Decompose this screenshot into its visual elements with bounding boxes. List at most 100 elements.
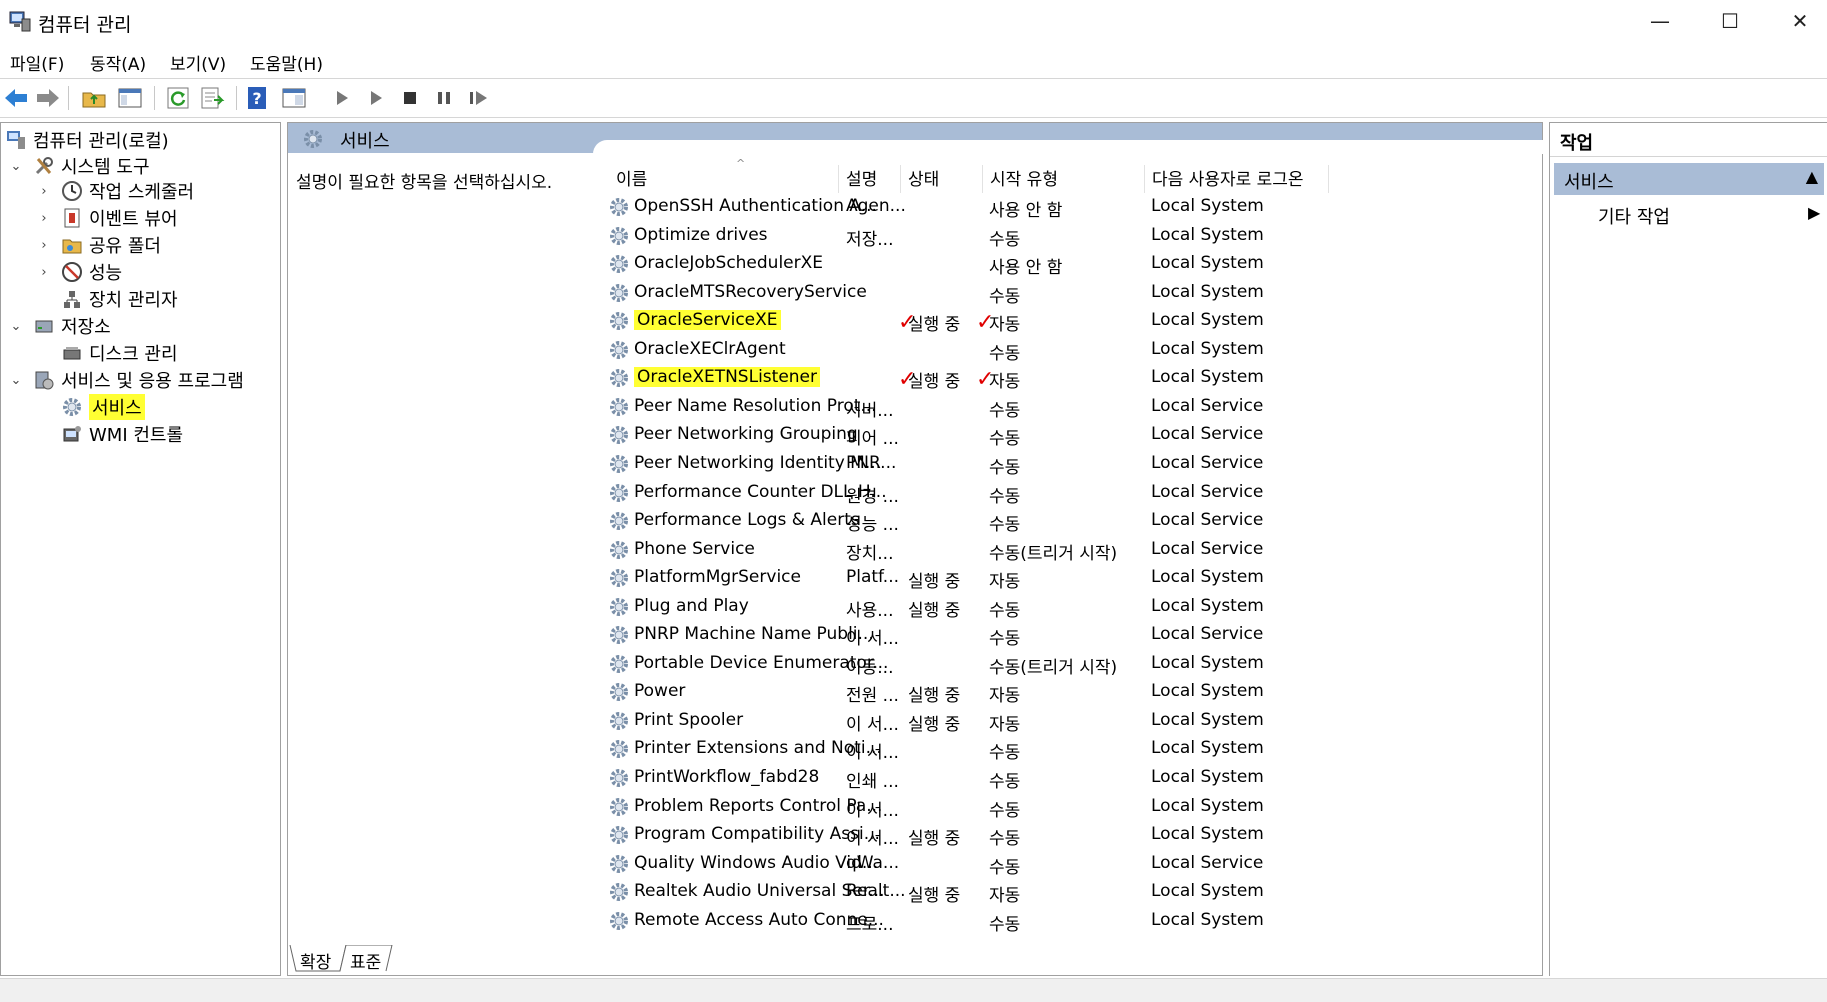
service-row[interactable]: Peer Networking Identity M... PNR... 수동 Loc…: [608, 450, 1508, 478]
column-header-name[interactable]: 이름: [616, 165, 647, 191]
service-description: 이 서...: [846, 629, 899, 650]
menu-action[interactable]: 동작(A): [90, 50, 146, 75]
tree-item-shared-folders[interactable]: 공유 폴더: [61, 232, 161, 258]
help-icon[interactable]: ?: [244, 84, 272, 112]
properties-icon[interactable]: [280, 84, 308, 112]
service-gear-icon: [610, 740, 628, 759]
back-arrow-icon[interactable]: [2, 84, 30, 112]
tree-label: 서비스: [89, 394, 145, 420]
service-row[interactable]: PNRP Machine Name Publi... 이 서... 수동 Local …: [608, 621, 1508, 649]
service-row[interactable]: OracleMTSRecoveryService 수동 Local System: [608, 279, 1508, 307]
service-gear-icon: [610, 826, 628, 845]
column-divider: [1144, 165, 1145, 193]
tree-item-root[interactable]: 컴퓨터 관리(로컬): [5, 127, 169, 153]
service-row[interactable]: Remote Access Auto Conne... 프로... 수동 Local …: [608, 907, 1508, 935]
service-row[interactable]: Problem Reports Control Pa... 이 서... 수동 Loc…: [608, 793, 1508, 821]
tree-item-performance[interactable]: 성능: [61, 259, 122, 285]
submenu-arrow-icon[interactable]: ▶: [1808, 203, 1820, 222]
service-row[interactable]: Print Spooler 이 서... 실행 중 자동 Local System: [608, 707, 1508, 735]
collapse-icon[interactable]: ⌄: [9, 159, 23, 174]
column-header-status[interactable]: 상태: [908, 165, 939, 191]
restart-service-icon[interactable]: [464, 84, 492, 112]
service-row[interactable]: Optimize drives 저장... 수동 Local System: [608, 222, 1508, 250]
column-divider: [900, 165, 901, 193]
tree-item-task-scheduler[interactable]: 작업 스케줄러: [61, 178, 194, 204]
service-row[interactable]: PlatformMgrService Platf... 실행 중 자동 Local Sy…: [608, 564, 1508, 592]
expand-icon[interactable]: ›: [37, 184, 51, 199]
service-row[interactable]: Printer Extensions and Noti... 이 서... 수동 Lo…: [608, 735, 1508, 763]
pause-service-icon[interactable]: [430, 84, 458, 112]
tree-item-disk-management[interactable]: 디스크 관리: [61, 340, 178, 366]
service-logon-as: Local Service: [1151, 395, 1264, 416]
maximize-button[interactable]: ☐: [1695, 0, 1765, 42]
service-row[interactable]: OracleXEClrAgent 수동 Local System: [608, 336, 1508, 364]
service-logon-as: Local Service: [1151, 624, 1264, 645]
service-row[interactable]: Power 전원 ... 실행 중 자동 Local System: [608, 678, 1508, 706]
expand-icon[interactable]: ›: [37, 211, 51, 226]
service-logon-as: Local System: [1151, 795, 1264, 816]
collapse-up-icon[interactable]: ▲: [1806, 167, 1818, 186]
service-row[interactable]: OpenSSH Authentication A... Agen... 사용 안 함…: [608, 193, 1508, 221]
service-gear-icon: [610, 226, 628, 245]
actions-header: 작업: [1550, 123, 1827, 157]
tree-item-device-manager[interactable]: 장치 관리자: [61, 286, 178, 312]
column-header-logon-as[interactable]: 다음 사용자로 로그온: [1152, 165, 1304, 191]
service-name: Print Spooler: [634, 709, 744, 730]
service-name: OpenSSH Authentication A...: [634, 196, 877, 216]
close-button[interactable]: ✕: [1765, 0, 1827, 42]
show-hide-tree-icon[interactable]: [116, 84, 144, 112]
tree-item-services[interactable]: 서비스: [61, 394, 145, 420]
service-row[interactable]: Phone Service 장치... 수동(트리거 시작) Local Servic…: [608, 536, 1508, 564]
service-row[interactable]: Peer Networking Grouping 피어 ... 수동 Local Se…: [608, 421, 1508, 449]
start-service-icon[interactable]: [328, 84, 356, 112]
service-row[interactable]: Program Compatibility Assi... 이 서... 실행 중 수…: [608, 821, 1508, 849]
service-row[interactable]: OracleServiceXE ✓ ✓ 실행 중 자동 Local System: [608, 307, 1508, 335]
service-row[interactable]: Realtek Audio Universal Ser... Realt... 실행…: [608, 878, 1508, 906]
service-logon-as: Local System: [1151, 595, 1264, 616]
tab-standard[interactable]: 표준: [350, 948, 381, 973]
service-row[interactable]: Quality Windows Audio Vid... qWa... 수동 Loca…: [608, 850, 1508, 878]
tree-item-wmi[interactable]: WMI 컨트롤: [61, 421, 183, 447]
menu-help[interactable]: 도움말(H): [250, 50, 323, 75]
service-row[interactable]: OracleJobSchedulerXE 사용 안 함 Local System: [608, 250, 1508, 278]
up-folder-icon[interactable]: [80, 84, 108, 112]
tab-extended[interactable]: 확장: [300, 948, 331, 973]
service-row[interactable]: Performance Counter DLL H... 원경 ... 수동 Loca…: [608, 479, 1508, 507]
stop-service-icon[interactable]: [396, 84, 424, 112]
collapse-icon[interactable]: ⌄: [9, 373, 23, 388]
tree-item-system-tools[interactable]: 시스템 도구: [33, 153, 150, 179]
service-row[interactable]: OracleXETNSListener ✓ ✓ 실행 중 자동 Local System: [608, 364, 1508, 392]
expand-icon[interactable]: ›: [37, 265, 51, 280]
tree-item-event-viewer[interactable]: 이벤트 뷰어: [61, 205, 178, 231]
tree-label: 서비스 및 응용 프로그램: [61, 371, 244, 392]
service-name: Printer Extensions and Noti...: [634, 738, 882, 759]
service-row[interactable]: Plug and Play 사용... 실행 중 수동 Local System: [608, 593, 1508, 621]
service-description: Platf...: [846, 567, 900, 588]
start-service-alt-icon[interactable]: [362, 84, 390, 112]
menu-file[interactable]: 파일(F): [10, 50, 64, 75]
expand-icon[interactable]: ›: [37, 238, 51, 253]
refresh-icon[interactable]: [164, 84, 192, 112]
more-actions-item[interactable]: 기타 작업: [1598, 203, 1670, 229]
forward-arrow-icon[interactable]: [34, 84, 62, 112]
menu-view[interactable]: 보기(V): [170, 50, 226, 75]
tree-item-services-apps[interactable]: 서비스 및 응용 프로그램: [33, 367, 244, 393]
column-header-description[interactable]: 설명: [846, 165, 877, 191]
column-header-startup-type[interactable]: 시작 유형: [990, 165, 1058, 191]
service-row[interactable]: Peer Name Resolution Prot... 서버... 수동 Local…: [608, 393, 1508, 421]
service-startup-type: 수동: [989, 743, 1021, 764]
service-gear-icon: [610, 883, 628, 902]
service-row[interactable]: Performance Logs & Alerts 성능 ... 수동 Local S…: [608, 507, 1508, 535]
actions-section-services[interactable]: 서비스 ▲: [1554, 163, 1824, 195]
tree-item-storage[interactable]: 저장소: [33, 313, 111, 339]
minimize-button[interactable]: —: [1625, 0, 1695, 42]
export-list-icon[interactable]: [198, 84, 226, 112]
service-row[interactable]: Portable Device Enumerator... 이동... 수동(트리거…: [608, 650, 1508, 678]
collapse-icon[interactable]: ⌄: [9, 319, 23, 334]
service-row[interactable]: PrintWorkflow_fabd28 인쇄 ... 수동 Local System: [608, 764, 1508, 792]
service-startup-type: 수동: [989, 857, 1021, 878]
service-gear-icon: [610, 769, 628, 787]
service-logon-as: Local System: [1151, 224, 1264, 245]
svg-text:?: ?: [252, 89, 261, 108]
service-description: 사용...: [846, 600, 894, 621]
